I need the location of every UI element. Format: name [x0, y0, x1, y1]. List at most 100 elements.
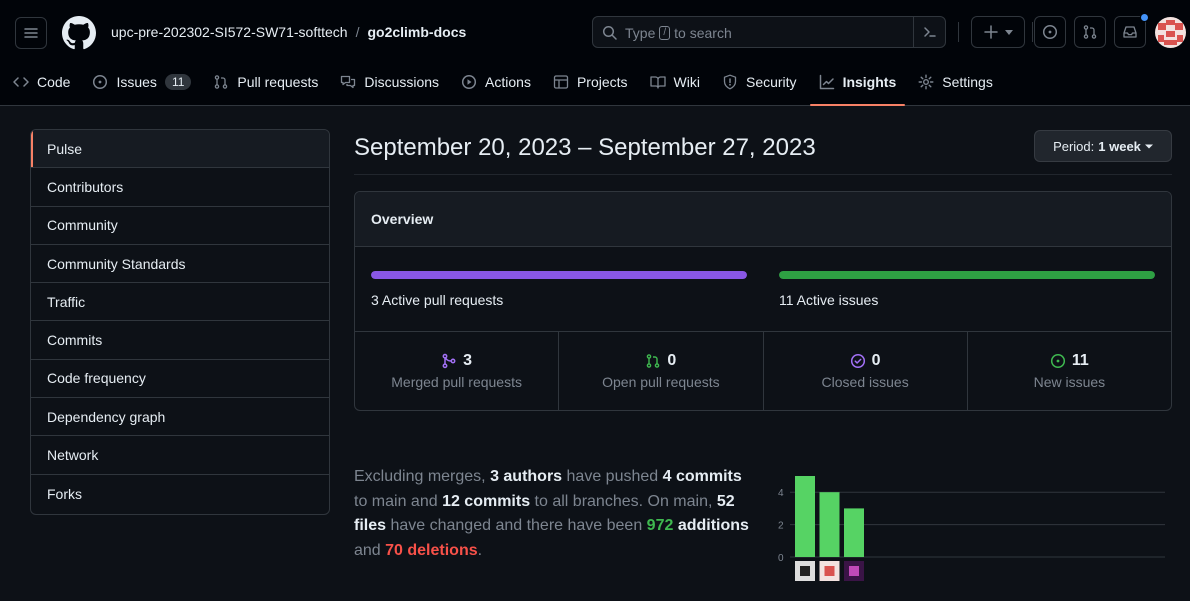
- sidebar-item-community[interactable]: Community: [31, 207, 329, 245]
- sidebar-item-forks[interactable]: Forks: [31, 475, 329, 513]
- sidebar-item-network[interactable]: Network: [31, 436, 329, 475]
- inbox-icon: [1123, 26, 1137, 38]
- tab-label: Security: [745, 74, 797, 90]
- additions-count: 972: [646, 517, 674, 534]
- user-avatar[interactable]: [1155, 17, 1186, 48]
- code-icon: [13, 77, 29, 87]
- summary-text: to main and: [354, 492, 443, 510]
- sidebar-item-community-standards[interactable]: Community Standards: [31, 245, 329, 284]
- hamburger-icon: [24, 28, 38, 38]
- chart-bar: [819, 492, 840, 557]
- tab-label: Wiki: [673, 74, 700, 90]
- summary-text: to all branches. On main,: [530, 492, 717, 510]
- tab-issues[interactable]: Issues 11: [83, 64, 200, 100]
- tab-code[interactable]: Code: [4, 64, 79, 100]
- title-divider: [354, 174, 1172, 175]
- play-icon: [461, 74, 477, 90]
- pull-requests-shortcut-button[interactable]: [1074, 16, 1106, 48]
- table-icon: [553, 75, 569, 89]
- command-palette-button[interactable]: [913, 17, 945, 47]
- graph-icon: [819, 74, 834, 90]
- stat-value: 0: [667, 352, 677, 369]
- period-prefix: Period:: [1053, 138, 1095, 154]
- avatar-identicon: [1155, 17, 1186, 48]
- active-issues-link[interactable]: 11 Active issues: [779, 292, 878, 308]
- issues-shortcut-button[interactable]: [1034, 16, 1066, 48]
- menu-button[interactable]: [15, 17, 47, 49]
- overview-stats: 3 Merged pull requests 0 Open pull reque…: [355, 332, 1171, 410]
- overview-heading: Overview: [355, 192, 1171, 247]
- insights-sidebar: Pulse Contributors Community Community S…: [30, 129, 330, 515]
- tab-label: Pull requests: [237, 74, 319, 90]
- git-merge-icon: [442, 353, 456, 369]
- tab-label: Insights: [842, 74, 897, 90]
- overview-panel: Overview 3 Active pull requests 11 Activ…: [354, 191, 1172, 411]
- stat-merged-pull-requests[interactable]: 3 Merged pull requests: [355, 332, 560, 410]
- tab-insights[interactable]: Insights: [809, 64, 906, 106]
- tab-discussions[interactable]: Discussions: [331, 64, 448, 100]
- authors-link[interactable]: 3 authors: [490, 468, 562, 485]
- tab-settings[interactable]: Settings: [909, 64, 1002, 100]
- breadcrumb-separator: /: [355, 24, 360, 40]
- tab-wiki[interactable]: Wiki: [641, 64, 709, 100]
- page-title: September 20, 2023 – September 27, 2023: [354, 134, 816, 161]
- commit-authors-chart: 0 2 4: [778, 476, 1165, 581]
- create-new-button[interactable]: [971, 16, 1025, 48]
- triangle-down-icon: [1005, 30, 1013, 35]
- tab-label: Code: [37, 74, 71, 90]
- stat-label: New issues: [1033, 374, 1106, 390]
- sidebar-item-commits[interactable]: Commits: [31, 321, 329, 360]
- stat-label: Closed issues: [821, 374, 909, 390]
- chart-bar: [844, 508, 864, 557]
- search-key-hint: /: [659, 26, 671, 40]
- owner-link[interactable]: upc-pre-202302-SI572-SW71-softtech: [111, 24, 348, 40]
- github-logo-icon[interactable]: [62, 16, 96, 50]
- commit-summary: Excluding merges, 3 authors have pushed …: [354, 465, 754, 563]
- sidebar-item-traffic[interactable]: Traffic: [31, 283, 329, 322]
- stat-closed-issues[interactable]: 0 Closed issues: [764, 332, 968, 410]
- stat-new-issues[interactable]: 11 New issues: [968, 332, 1171, 410]
- header-divider: [1032, 22, 1033, 42]
- additions-label: additions: [673, 517, 749, 534]
- notification-indicator: [1140, 13, 1149, 22]
- repo-header: upc-pre-202302-SI572-SW71-softtech / go2…: [0, 0, 1190, 106]
- sidebar-item-pulse[interactable]: Pulse: [31, 130, 329, 169]
- stat-open-pull-requests[interactable]: 0 Open pull requests: [559, 332, 764, 410]
- sidebar-item-contributors[interactable]: Contributors: [31, 168, 329, 207]
- book-icon: [649, 76, 666, 89]
- period-value: 1 week: [1098, 138, 1141, 154]
- issue-opened-icon: [1042, 24, 1058, 40]
- commits-all-link[interactable]: 12 commits: [442, 493, 530, 510]
- author-avatar-detail: [800, 566, 810, 576]
- tab-label: Projects: [576, 74, 628, 90]
- tab-label: Issues: [116, 74, 157, 90]
- tab-actions[interactable]: Actions: [452, 64, 540, 100]
- search-prefix: Type: [625, 25, 656, 41]
- sidebar-item-dependency-graph[interactable]: Dependency graph: [31, 398, 329, 437]
- tab-projects[interactable]: Projects: [544, 64, 637, 100]
- plus-icon: [984, 25, 998, 39]
- tab-label: Actions: [485, 74, 531, 90]
- tab-security[interactable]: Security: [713, 64, 806, 100]
- period-select-button[interactable]: Period: 1 week: [1034, 130, 1172, 162]
- stat-label: Merged pull requests: [391, 374, 522, 390]
- deletions-count: 70 deletions: [385, 541, 478, 559]
- chart-y-tick-label: 0: [778, 553, 784, 564]
- summary-text: have changed and there have been: [386, 517, 647, 534]
- tab-pull-requests[interactable]: Pull requests: [204, 64, 327, 100]
- sidebar-item-code-frequency[interactable]: Code frequency: [31, 360, 329, 399]
- header-divider: [958, 22, 959, 42]
- stat-value: 11: [1071, 352, 1089, 369]
- active-pull-requests-link[interactable]: 3 Active pull requests: [371, 292, 503, 308]
- terminal-icon: [923, 27, 936, 37]
- git-pull-request-icon: [1083, 25, 1097, 39]
- search-input[interactable]: Type / to search: [592, 16, 946, 48]
- repo-link[interactable]: go2climb-docs: [367, 24, 466, 40]
- issues-bar[interactable]: [779, 271, 1155, 279]
- summary-text: and: [354, 541, 386, 559]
- overview-bars: 3 Active pull requests 11 Active issues: [355, 247, 1171, 332]
- pull-requests-bar[interactable]: [371, 271, 747, 279]
- shield-icon: [723, 74, 737, 90]
- triangle-down-icon: [1144, 144, 1153, 149]
- commits-main-link[interactable]: 4 commits: [663, 468, 742, 485]
